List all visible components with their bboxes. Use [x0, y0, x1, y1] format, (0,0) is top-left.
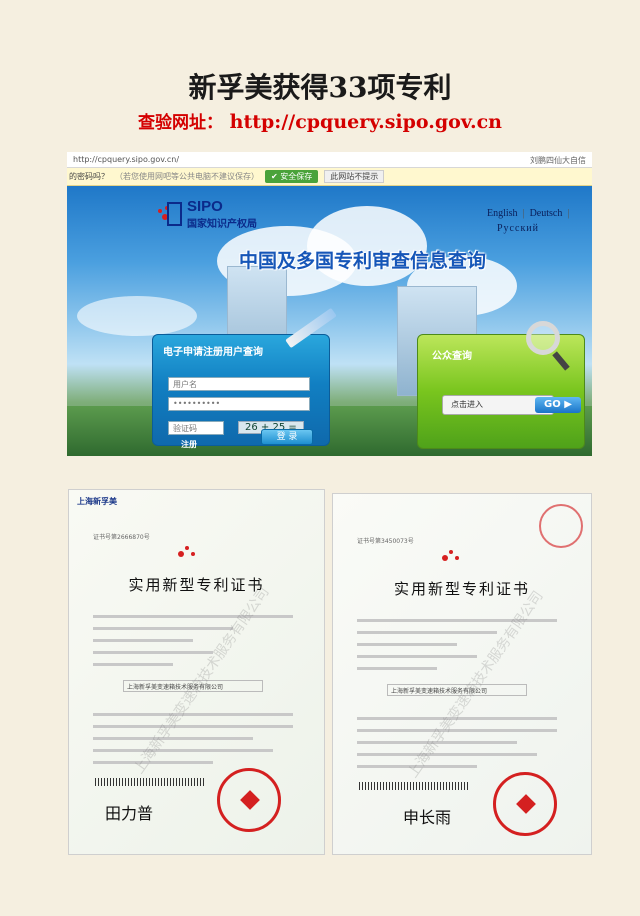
address-bar[interactable]: http://cpquery.sipo.gov.cn/ 刘鹏四仙大自信 — [67, 152, 592, 168]
logo-en: SIPO — [187, 198, 223, 215]
arrow-right-icon: ▶ — [564, 399, 572, 410]
page: 新孚美获得33项专利 查验网址： http://cpquery.sipo.gov… — [0, 0, 640, 916]
magnifier-handle — [552, 351, 570, 371]
certificate-number: 证书号第2666870号 — [93, 534, 150, 541]
password-input[interactable]: •••••••••• — [168, 397, 310, 411]
signature: 田力普 — [105, 804, 154, 823]
address-right-text: 刘鹏四仙大自信 — [530, 156, 586, 165]
page-title: 新孚美获得33项专利 — [188, 71, 452, 104]
enter-label: 点击进入 — [451, 400, 483, 409]
query-url-link[interactable]: http://cpquery.sipo.gov.cn — [230, 111, 502, 133]
logo-cn: 国家知识产权局 — [187, 219, 257, 230]
login-button[interactable]: 登 录 — [261, 429, 313, 445]
address-url[interactable]: http://cpquery.sipo.gov.cn/ — [73, 155, 179, 164]
left-panel-title: 电子申请注册用户查询 — [163, 347, 263, 358]
barcode-icon — [95, 778, 205, 786]
enter-public-query[interactable]: 点击进入 GO ▶ — [442, 395, 581, 415]
notice-gray-text: （若您使用网吧等公共电脑不建议保存） — [115, 172, 259, 181]
patent-emblem-icon — [442, 550, 459, 561]
public-query-panel: 公众查询 点击进入 GO ▶ — [417, 321, 585, 449]
hero-title: 中国及多国专利审查信息查询 — [239, 250, 487, 272]
query-label: 查验网址： — [138, 113, 224, 133]
sipo-hero: SIPO 国家知识产权局 English | Deutsch | Русский 中国… — [67, 186, 592, 456]
cloud-shape — [77, 296, 197, 336]
no-prompt-button[interactable]: 此网站不提示 — [324, 170, 385, 183]
certificate-number: 证书号第3450073号 — [357, 538, 414, 545]
captcha-input[interactable]: 验证码 — [168, 421, 224, 435]
password-notice-bar: 的密码吗？ （若您使用网吧等公共电脑不建议保存） ✔ 安全保存 此网站不提示 — [67, 168, 592, 186]
certificate-body — [93, 606, 293, 675]
top-seal-icon — [539, 504, 583, 548]
certificate-right: 证书号第3450073号 实用新型专利证书 上海新孚美变速箱技术服务有限公司 申… — [332, 493, 592, 855]
registered-user-panel: 电子申请注册用户查询 用户名 •••••••••• 验证码 26 + 25 = … — [152, 307, 337, 449]
certificate-title: 实用新型专利证书 — [393, 580, 530, 598]
patent-emblem-icon — [178, 546, 195, 557]
barcode-icon — [359, 782, 469, 790]
sipo-star-icon — [158, 202, 182, 226]
safe-save-button[interactable]: ✔ 安全保存 — [265, 170, 319, 183]
safe-save-label: 安全保存 — [280, 172, 313, 181]
username-input[interactable]: 用户名 — [168, 377, 310, 391]
magnifier-icon — [526, 321, 560, 355]
browser-screenshot: http://cpquery.sipo.gov.cn/ 刘鹏四仙大自信 的密码吗… — [67, 152, 592, 456]
certificate-left: 上海新孚美 证书号第2666870号 实用新型专利证书 上海新孚美变速箱技术服务… — [68, 489, 325, 855]
query-line: 查验网址： http://cpquery.sipo.gov.cn — [0, 108, 640, 133]
register-link[interactable]: 注册 — [181, 439, 197, 450]
official-seal-icon — [493, 772, 557, 836]
certificate-body-lower — [93, 704, 293, 773]
lang-english-link[interactable]: English — [487, 208, 518, 219]
signature: 申长雨 — [403, 808, 452, 827]
go-label: GO — [544, 399, 561, 410]
official-seal-icon — [217, 768, 281, 832]
shield-icon: ✔ — [271, 172, 278, 181]
notice-text: 的密码吗？ — [69, 172, 109, 181]
lang-deutsch-link[interactable]: Deutsch — [530, 208, 563, 219]
pen-icon — [285, 307, 337, 349]
right-panel-title: 公众查询 — [432, 351, 472, 362]
go-button[interactable]: GO ▶ — [535, 397, 581, 413]
sipo-logo: SIPO 国家知识产权局 — [153, 198, 257, 230]
language-links: English | Deutsch | — [487, 208, 570, 219]
lang-russian-link[interactable]: Русский — [497, 223, 539, 234]
certificate-title: 实用新型专利证书 — [128, 576, 265, 594]
company-logo: 上海新孚美 — [77, 497, 117, 506]
